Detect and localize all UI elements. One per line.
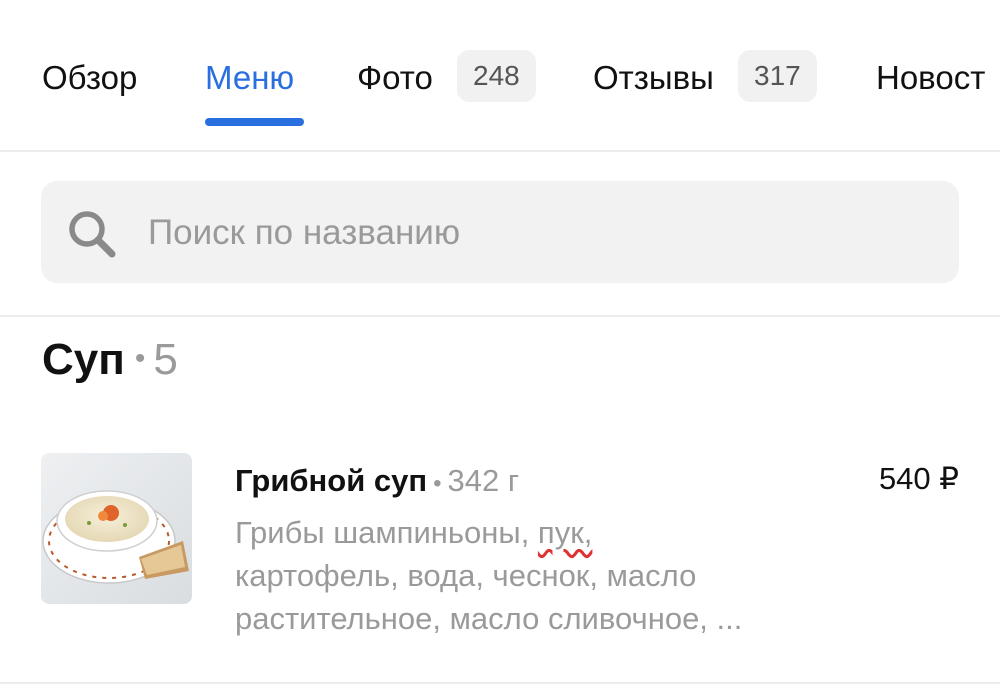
dish-description: Грибы шампиньоны, пук, картофель, вода, ч… [235,511,835,640]
menu-item[interactable]: Грибной суп • 342 г 540 ₽ Грибы шампиньоны… [41,453,959,638]
tab-menu[interactable]: Меню [205,56,294,100]
dish-name: Грибной суп [235,463,428,498]
separator-dot: • [134,342,146,375]
dish-photo [41,453,192,604]
reviews-count-badge: 317 [738,50,817,102]
tab-photos[interactable]: Фото [357,56,433,100]
search-divider [0,315,1000,317]
section-count: 5 [153,335,178,384]
tabs-divider [0,150,1000,152]
dish-price: 540 ₽ [878,461,959,496]
tab-reviews[interactable]: Отзывы [593,56,714,100]
item-divider [0,682,1000,684]
tab-overview[interactable]: Обзор [42,56,137,100]
active-tab-indicator [205,118,304,126]
section-title: Суп [42,335,125,384]
search-input[interactable] [146,181,930,285]
search-icon [69,211,116,258]
separator-dot: • [433,470,442,497]
misspelled-word: пук, [537,515,593,550]
dish-weight: 342 г [447,463,520,498]
search-bar[interactable] [41,181,959,285]
tab-bar: Обзор Меню Фото 248 Отзывы 317 Новост [0,0,1000,150]
photos-count-badge: 248 [457,50,536,102]
dish-title: Грибной суп • 342 г [235,461,519,504]
tab-news[interactable]: Новост [876,56,985,100]
description-text-continued: картофель, вода, чеснок, масло раститель… [235,558,743,636]
description-text: Грибы шампиньоны, [235,515,538,550]
section-header: Суп • 5 [42,334,178,391]
